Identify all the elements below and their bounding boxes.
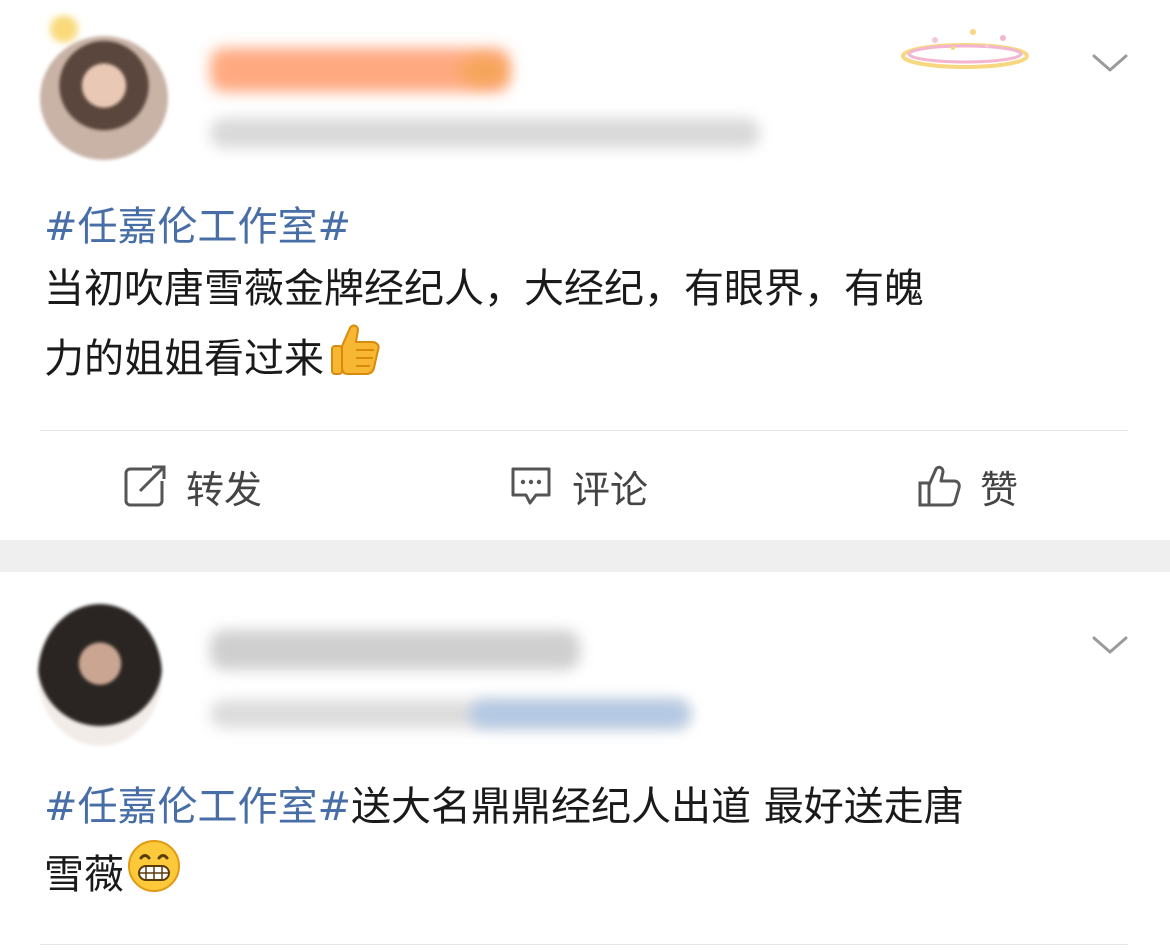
post-card[interactable]: #任嘉伦工作室# 当初吹唐雪薇金牌经纪人，大经纪，有眼界，有魄 力的姐姐看过来 …	[0, 0, 1170, 540]
halo-decoration-icon	[901, 29, 1029, 69]
repost-icon	[124, 465, 166, 507]
chevron-down-icon[interactable]	[1090, 48, 1130, 76]
avatar-badge-icon	[44, 14, 84, 44]
chevron-down-icon[interactable]	[1090, 630, 1130, 658]
post-body-line: 力的姐姐看过来	[44, 336, 324, 382]
avatar[interactable]	[38, 604, 162, 746]
post-body: #任嘉伦工作室# 当初吹唐雪薇金牌经纪人，大经纪，有眼界，有魄 力的姐姐看过来	[44, 196, 1134, 390]
repost-label: 转发	[186, 467, 263, 512]
repost-button[interactable]: 转发	[122, 456, 262, 516]
thumbs-up-icon	[331, 324, 380, 375]
grinning-face-icon	[128, 840, 180, 892]
feed-separator	[0, 540, 1170, 572]
hashtag-link[interactable]: #任嘉伦工作室#	[44, 204, 351, 250]
like-icon	[918, 465, 961, 507]
divider	[40, 944, 1128, 945]
verified-badge-icon	[460, 56, 508, 86]
hashtag-link[interactable]: #任嘉伦工作室#	[44, 784, 351, 830]
divider	[40, 430, 1128, 431]
device-link-obscured	[470, 700, 690, 728]
like-label: 赞	[980, 467, 1019, 512]
post-card[interactable]: #任嘉伦工作室#送大名鼎鼎经纪人出道 最好送走唐 雪薇	[0, 572, 1170, 952]
post-body-line: 雪薇	[44, 852, 124, 898]
post-body: #任嘉伦工作室#送大名鼎鼎经纪人出道 最好送走唐 雪薇	[44, 776, 1134, 906]
comment-icon	[511, 467, 551, 505]
comment-label: 评论	[572, 467, 649, 512]
avatar[interactable]	[40, 36, 168, 160]
username-obscured[interactable]	[210, 630, 580, 670]
post-meta-obscured	[210, 118, 760, 148]
comment-button[interactable]: 评论	[508, 456, 648, 516]
post-body-line: 送大名鼎鼎经纪人出道 最好送走唐	[351, 784, 964, 830]
weibo-feed: #任嘉伦工作室# 当初吹唐雪薇金牌经纪人，大经纪，有眼界，有魄 力的姐姐看过来 …	[0, 0, 1170, 952]
like-button[interactable]: 赞	[916, 456, 1018, 516]
post-body-line: 当初吹唐雪薇金牌经纪人，大经纪，有眼界，有魄	[44, 266, 924, 312]
